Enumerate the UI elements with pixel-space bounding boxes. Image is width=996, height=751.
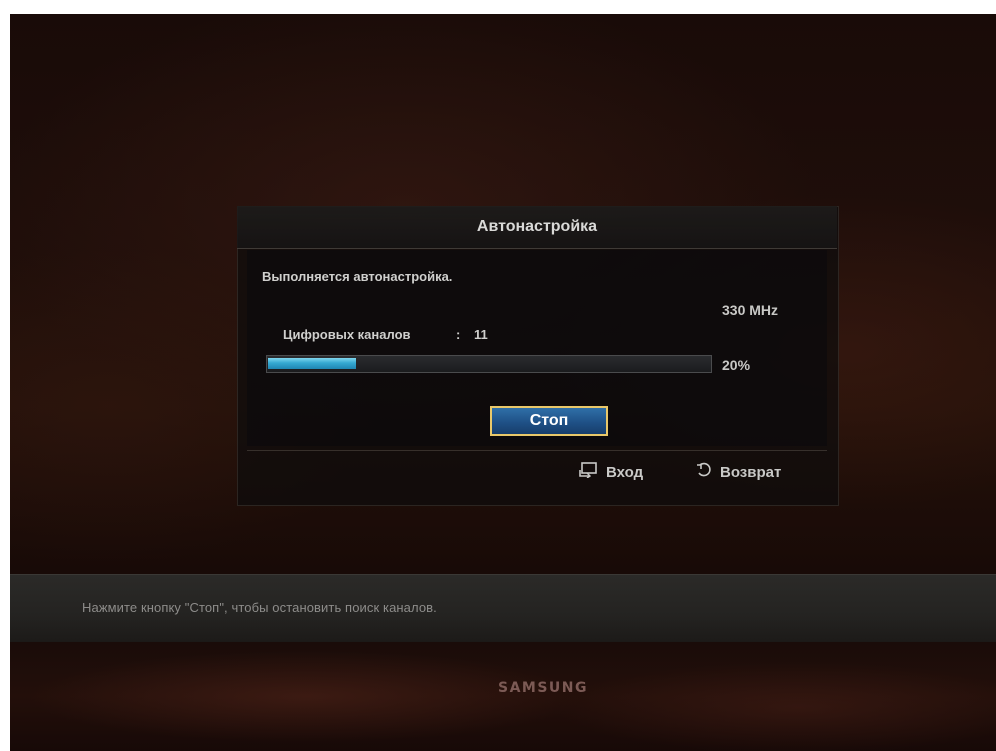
- enter-label: Вход: [606, 463, 644, 481]
- status-text: Выполняется автонастройка.: [262, 269, 453, 284]
- dialog-footer-divider: [247, 450, 827, 451]
- enter-action[interactable]: Вход: [578, 462, 643, 482]
- return-action[interactable]: Возврат: [696, 462, 781, 482]
- enter-icon: [578, 462, 606, 482]
- frequency-readout: 330 MHz: [722, 302, 779, 318]
- stop-button[interactable]: Стоп: [490, 406, 608, 436]
- scan-progress-fill: [268, 358, 356, 369]
- brand-logo: SAMSUNG: [498, 680, 589, 696]
- scan-progress-percent: 20%: [722, 357, 751, 373]
- scan-progress-bar: [266, 355, 712, 373]
- digital-channels-label: Цифровых каналов: [283, 327, 411, 342]
- return-icon: [696, 462, 720, 482]
- help-text: Нажмите кнопку "Стоп", чтобы остановить …: [82, 600, 437, 615]
- dialog-title: Автонастройка: [476, 218, 598, 235]
- tv-bezel: [10, 642, 996, 751]
- return-label: Возврат: [720, 463, 782, 481]
- digital-channels-count: 11: [474, 327, 488, 342]
- digital-channels-separator: :: [456, 327, 461, 342]
